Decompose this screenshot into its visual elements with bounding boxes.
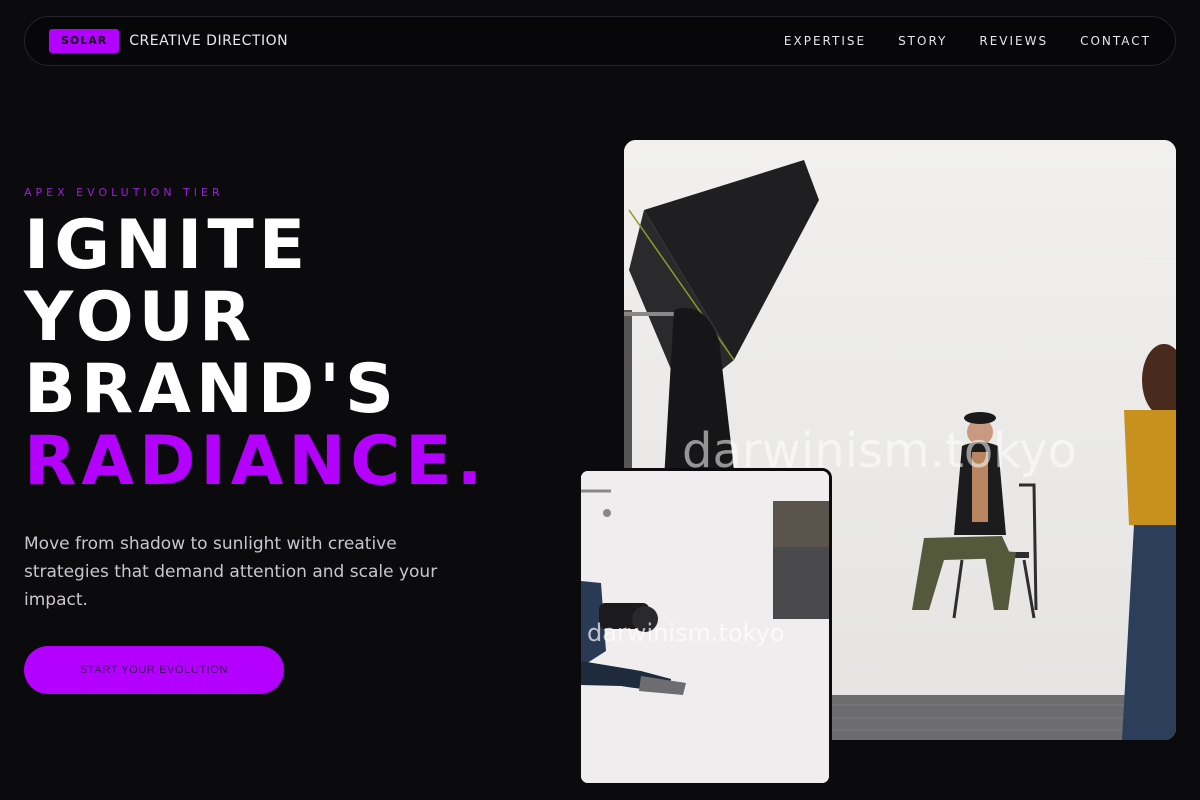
studio-photo-small: darwinism.tokyo (578, 468, 832, 786)
hero-subtext: Move from shadow to sunlight with creati… (24, 534, 438, 610)
start-evolution-button[interactable]: START YOUR EVOLUTION (24, 646, 284, 694)
headline-line-3: BRAND'S (24, 350, 399, 429)
hero-headline: IGNITE YOUR BRAND'S RADIANCE. (24, 210, 487, 498)
brand-badge[interactable]: SOLAR (49, 29, 120, 53)
landing-page: SOLAR CREATIVE DIRECTION EXPERTISE STORY… (0, 0, 1200, 800)
nav-link-story[interactable]: STORY (898, 34, 947, 48)
headline-line-2: YOUR (24, 278, 257, 357)
brand[interactable]: SOLAR CREATIVE DIRECTION (49, 29, 288, 53)
brand-text[interactable]: CREATIVE DIRECTION (129, 33, 288, 49)
headline-line-4: RADIANCE. (24, 422, 488, 501)
nav-link-expertise[interactable]: EXPERTISE (784, 34, 866, 48)
small-photo-watermark: darwinism.tokyo (587, 619, 785, 647)
tier-label: APEX EVOLUTION TIER (24, 186, 224, 199)
nav-link-reviews[interactable]: REVIEWS (979, 34, 1048, 48)
top-nav: SOLAR CREATIVE DIRECTION EXPERTISE STORY… (24, 16, 1176, 66)
nav-link-contact[interactable]: CONTACT (1080, 34, 1151, 48)
nav-links: EXPERTISE STORY REVIEWS CONTACT (784, 34, 1151, 48)
headline-line-1: IGNITE (24, 206, 311, 285)
photographer-scene-illustration: darwinism.tokyo (581, 471, 829, 783)
